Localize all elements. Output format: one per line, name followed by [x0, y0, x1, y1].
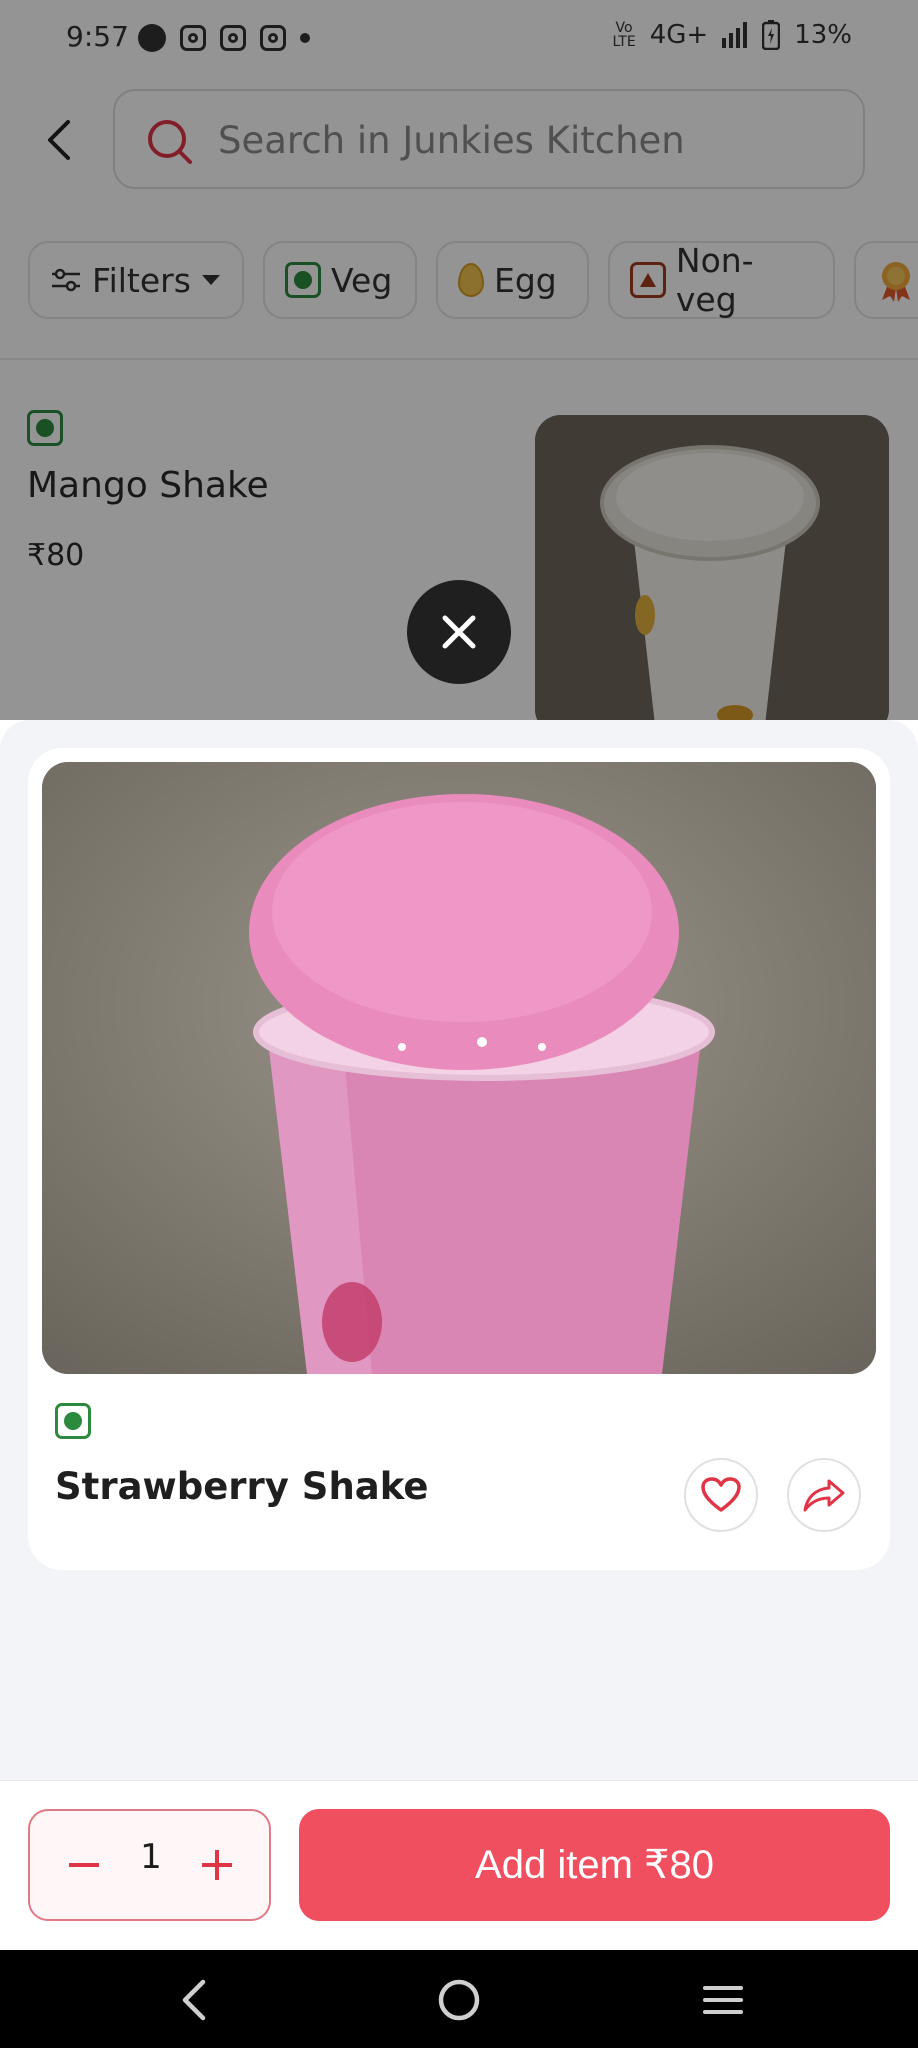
- item-photo[interactable]: [42, 762, 876, 1374]
- nav-back-icon: [182, 1979, 206, 2021]
- plus-icon: [202, 1850, 232, 1880]
- minus-icon: [69, 1863, 99, 1867]
- add-item-button[interactable]: Add item ₹80: [299, 1809, 890, 1921]
- nav-home-button[interactable]: [429, 1972, 489, 2028]
- strawberry-shake-photo: [42, 762, 876, 1374]
- home-circle-icon: [438, 1979, 480, 2021]
- close-button[interactable]: [407, 580, 511, 684]
- quantity-stepper: 1: [28, 1809, 271, 1921]
- increase-button[interactable]: [185, 1833, 249, 1897]
- item-title: Strawberry Shake: [55, 1465, 429, 1508]
- heart-icon: [701, 1477, 741, 1512]
- nav-recents-button[interactable]: [693, 1972, 753, 2028]
- close-icon: [442, 615, 476, 649]
- share-arrow-icon: [803, 1479, 845, 1512]
- quantity-value: 1: [140, 1837, 162, 1877]
- nav-back-button[interactable]: [165, 1972, 225, 2028]
- menu-lines-icon: [703, 1986, 743, 2014]
- share-button[interactable]: [787, 1458, 861, 1532]
- favorite-button[interactable]: [684, 1458, 758, 1532]
- system-nav-bar: [0, 1950, 918, 2048]
- decrease-button[interactable]: [52, 1833, 116, 1897]
- veg-icon: [55, 1403, 91, 1439]
